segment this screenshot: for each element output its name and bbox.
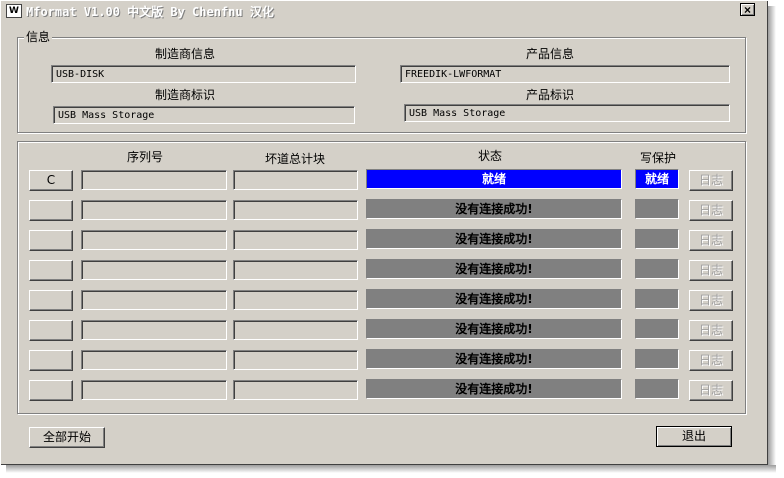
- status-indicator: 没有连接成功!: [366, 349, 622, 369]
- vendor-id-label: 制造商标识: [154, 88, 215, 102]
- write-protect-indicator: [635, 319, 679, 339]
- status-indicator: 没有连接成功!: [366, 319, 622, 339]
- bad-blocks-field[interactable]: [233, 380, 358, 400]
- drive-button[interactable]: [29, 230, 73, 251]
- product-info-field[interactable]: FREEDIK-LWFORMAT: [400, 65, 730, 83]
- drive-button[interactable]: C: [29, 170, 73, 191]
- bad-blocks-field[interactable]: [233, 170, 358, 190]
- serial-field[interactable]: [81, 230, 227, 250]
- status-indicator: 没有连接成功!: [366, 289, 622, 309]
- log-button[interactable]: 日志: [689, 320, 733, 341]
- drive-button[interactable]: [29, 290, 73, 311]
- status-indicator: 没有连接成功!: [366, 259, 622, 279]
- bad-blocks-field[interactable]: [233, 260, 358, 280]
- exit-button[interactable]: 退出: [656, 426, 732, 447]
- status-indicator: 没有连接成功!: [366, 229, 622, 249]
- drive-button[interactable]: [29, 260, 73, 281]
- bad-blocks-field[interactable]: [233, 290, 358, 310]
- window-title: Mformat V1.00 中文版 By Chenfnu 汉化: [26, 5, 274, 19]
- write-protect-indicator: [635, 349, 679, 369]
- serial-field[interactable]: [81, 170, 227, 190]
- write-protect-indicator: 就绪: [635, 169, 679, 189]
- drive-button[interactable]: [29, 200, 73, 221]
- serial-field[interactable]: [81, 200, 227, 220]
- bad-blocks-field[interactable]: [233, 320, 358, 340]
- serial-field[interactable]: [81, 290, 227, 310]
- vendor-info-field[interactable]: USB-DISK: [51, 65, 356, 83]
- log-button[interactable]: 日志: [689, 230, 733, 251]
- product-id-label: 产品标识: [525, 88, 574, 102]
- product-id-field[interactable]: USB Mass Storage: [404, 104, 730, 122]
- window-shadow-right: [768, 6, 776, 473]
- vendor-info-label: 制造商信息: [154, 47, 215, 61]
- write-protect-indicator: [635, 229, 679, 249]
- serial-field[interactable]: [81, 380, 227, 400]
- app-icon: W: [6, 4, 22, 18]
- write-protect-indicator: [635, 199, 679, 219]
- bad-blocks-field[interactable]: [233, 200, 358, 220]
- serial-header: 序列号: [126, 150, 163, 164]
- bad-blocks-field[interactable]: [233, 230, 358, 250]
- drive-button[interactable]: [29, 350, 73, 371]
- window-shadow-bottom: [6, 465, 776, 473]
- start-all-button[interactable]: 全部开始: [29, 427, 105, 448]
- main-window: W Mformat V1.00 中文版 By Chenfnu 汉化 × 信息 制…: [0, 0, 768, 465]
- info-group-legend: 信息: [24, 30, 53, 44]
- log-button[interactable]: 日志: [689, 380, 733, 401]
- status-header: 状态: [477, 149, 502, 163]
- log-button[interactable]: 日志: [689, 350, 733, 371]
- write-protect-header: 写保护: [639, 151, 676, 165]
- serial-field[interactable]: [81, 350, 227, 370]
- log-button[interactable]: 日志: [689, 200, 733, 221]
- bad-blocks-field[interactable]: [233, 350, 358, 370]
- write-protect-indicator: [635, 259, 679, 279]
- vendor-id-field[interactable]: USB Mass Storage: [53, 106, 355, 124]
- log-button[interactable]: 日志: [689, 260, 733, 281]
- status-indicator: 就绪: [366, 169, 622, 189]
- write-protect-indicator: [635, 289, 679, 309]
- title-bar[interactable]: W Mformat V1.00 中文版 By Chenfnu 汉化 ×: [2, 2, 766, 19]
- serial-field[interactable]: [81, 320, 227, 340]
- close-button[interactable]: ×: [740, 3, 755, 16]
- log-button[interactable]: 日志: [689, 170, 733, 191]
- drive-button[interactable]: [29, 380, 73, 401]
- log-button[interactable]: 日志: [689, 290, 733, 311]
- bad-blocks-header: 坏道总计块: [264, 152, 325, 166]
- product-info-label: 产品信息: [525, 47, 574, 61]
- status-indicator: 没有连接成功!: [366, 379, 622, 399]
- write-protect-indicator: [635, 379, 679, 399]
- drive-button[interactable]: [29, 320, 73, 341]
- status-indicator: 没有连接成功!: [366, 199, 622, 219]
- serial-field[interactable]: [81, 260, 227, 280]
